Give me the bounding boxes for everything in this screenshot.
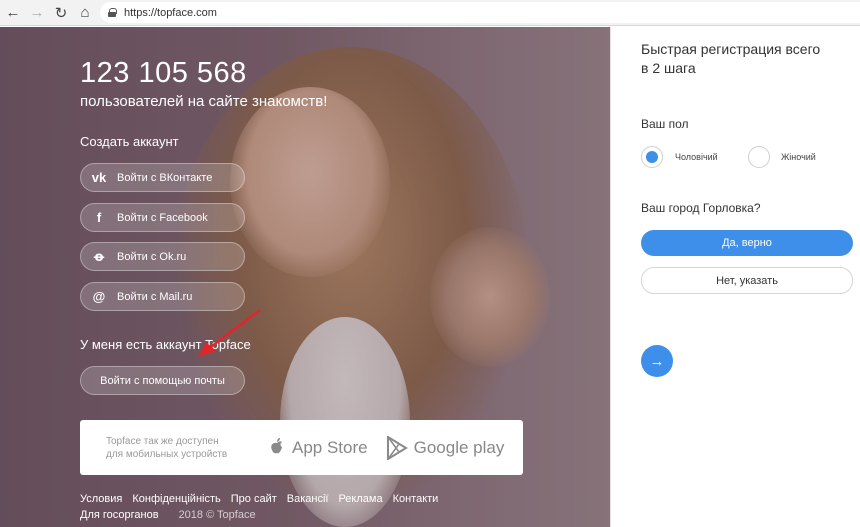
facebook-login-label: Войти с Facebook: [117, 211, 208, 224]
google-play-label: Google play: [413, 437, 505, 457]
mailru-icon: @: [92, 289, 106, 304]
user-count-caption: пользователей на сайте знакомств!: [80, 93, 328, 110]
mobile-apps-text-line1: Topface так же доступен: [106, 435, 219, 447]
footer: Условия Конфіденційність Про сайт Ваканс…: [80, 493, 438, 525]
odnoklassniki-icon: ꝋ: [93, 248, 105, 264]
vk-icon: vk: [91, 170, 107, 185]
next-step-button[interactable]: →: [641, 345, 673, 377]
mailru-login-label: Войти с Mail.ru: [117, 290, 193, 303]
app-store-link[interactable]: App Store: [268, 437, 368, 459]
choose-city-button[interactable]: Нет, указать: [641, 267, 853, 294]
gender-female-radio[interactable]: [748, 146, 770, 168]
google-play-link[interactable]: Google play: [386, 435, 505, 460]
address-bar[interactable]: https://topface.com: [100, 2, 860, 23]
vk-login-label: Войти с ВКонтакте: [117, 171, 213, 184]
annotation-arrow-icon: [198, 309, 261, 357]
copyright: 2018 © Topface: [178, 509, 256, 521]
app-store-label: App Store: [292, 437, 368, 457]
facebook-login-button[interactable]: f Войти с Facebook: [80, 203, 245, 232]
footer-link-terms[interactable]: Условия: [80, 493, 122, 505]
forward-arrow-icon[interactable]: →: [26, 2, 48, 24]
hero-section: 123 105 568 пользователей на сайте знако…: [0, 27, 610, 527]
gender-female-label[interactable]: Жіночий: [781, 152, 816, 162]
vk-login-button[interactable]: vk Войти с ВКонтакте: [80, 163, 245, 192]
gender-label: Ваш пол: [641, 117, 689, 131]
footer-link-gov[interactable]: Для госорганов: [80, 509, 159, 521]
footer-link-about[interactable]: Про сайт: [231, 493, 277, 505]
ok-login-button[interactable]: ꝋ Войти с Ok.ru: [80, 242, 245, 271]
home-icon[interactable]: ⌂: [74, 2, 96, 24]
mobile-apps-text-line2: для мобильных устройств: [106, 448, 228, 460]
email-login-button[interactable]: Войти с помощью почты: [80, 366, 245, 395]
gender-male-radio[interactable]: [641, 146, 663, 168]
google-play-icon: [386, 435, 408, 460]
gender-male-label[interactable]: Чоловічий: [675, 152, 718, 162]
footer-bottom: Для госорганов 2018 © Topface: [80, 509, 438, 521]
footer-link-ads[interactable]: Реклама: [338, 493, 382, 505]
footer-link-contacts[interactable]: Контакти: [393, 493, 439, 505]
confirm-city-button[interactable]: Да, верно: [641, 230, 853, 256]
reload-icon[interactable]: ↻: [50, 2, 72, 24]
apple-icon: [271, 437, 282, 453]
footer-links: Условия Конфіденційність Про сайт Ваканс…: [80, 493, 438, 505]
browser-toolbar: ← → ↻ ⌂ https://topface.com: [0, 0, 860, 26]
city-question: Ваш город Горловка?: [641, 201, 761, 215]
ok-login-label: Войти с Ok.ru: [117, 250, 187, 263]
create-account-label: Создать аккаунт: [80, 134, 179, 149]
footer-link-jobs[interactable]: Вакансії: [287, 493, 329, 505]
user-count: 123 105 568: [80, 57, 247, 89]
back-arrow-icon[interactable]: ←: [2, 2, 24, 24]
mobile-apps-banner: Topface так же доступен для мобильных ус…: [80, 420, 523, 475]
registration-title: Быстрая регистрация всего в 2 шага: [641, 41, 821, 76]
facebook-icon: f: [96, 210, 102, 225]
url-text[interactable]: https://topface.com: [124, 7, 217, 19]
mobile-apps-text: Topface так же доступен для мобильных ус…: [80, 435, 250, 461]
lock-icon: [108, 8, 117, 17]
registration-panel: Быстрая регистрация всего в 2 шага Ваш п…: [610, 27, 860, 527]
arrow-right-icon: →: [649, 352, 665, 370]
footer-link-privacy[interactable]: Конфіденційність: [132, 493, 220, 505]
